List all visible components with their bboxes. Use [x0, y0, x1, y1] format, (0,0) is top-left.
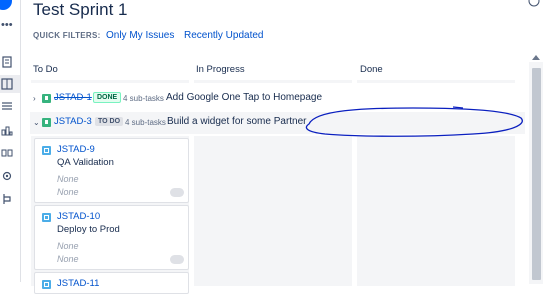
board-icon[interactable] [1, 78, 15, 92]
column-header-todo: To Do [33, 64, 58, 75]
filter-recently-updated[interactable]: Recently Updated [184, 30, 264, 41]
quick-filters-label: QUICK FILTERS: [33, 31, 101, 40]
page-title: Test Sprint 1 [33, 0, 128, 19]
column-in-progress[interactable] [194, 136, 352, 286]
card-key[interactable]: JSTAD-10 [57, 211, 100, 222]
assignee-avatar [170, 188, 184, 197]
status-badge: DONE [93, 92, 122, 103]
components-icon[interactable] [1, 147, 15, 161]
chevron-down-icon[interactable]: ⌄ [33, 118, 41, 128]
more-icon[interactable]: ••• [1, 20, 15, 34]
project-sidebar: ••• [0, 0, 21, 282]
column-done[interactable] [357, 136, 515, 286]
card-field: None [57, 254, 79, 264]
card-key[interactable]: JSTAD-9 [57, 144, 95, 155]
card-summary: QA Validation [57, 157, 114, 168]
backlog-icon[interactable] [1, 56, 15, 70]
issue-summary: Add Google One Tap to Homepage [166, 92, 323, 103]
scroll-up-arrow-icon[interactable] [532, 55, 540, 60]
shortcut-icon[interactable] [1, 193, 15, 207]
card-key[interactable]: JSTAD-11 [57, 278, 99, 289]
annotation-scribble [305, 106, 523, 137]
column-divider [31, 80, 189, 83]
assignee-avatar [170, 255, 184, 264]
scrollbar-thumb[interactable] [532, 68, 541, 280]
issue-key[interactable]: JSTAD-3 [54, 116, 92, 127]
issue-card[interactable]: JSTAD-9 QA Validation None None [34, 138, 189, 203]
issue-card[interactable]: JSTAD-10 Deploy to Prod None None [34, 205, 189, 270]
issue-key[interactable]: JSTAD-1 [54, 92, 92, 103]
card-field: None [57, 174, 79, 184]
issue-card[interactable]: JSTAD-11 [34, 272, 189, 294]
issue-summary: Build a widget for some Partner [167, 116, 307, 127]
settings-icon[interactable] [1, 170, 15, 184]
help-icon[interactable] [528, 0, 540, 7]
story-icon [42, 118, 51, 127]
status-badge: TO DO [95, 117, 124, 126]
story-icon [42, 94, 51, 103]
column-header-in-progress: In Progress [196, 64, 245, 75]
subtask-icon [42, 280, 51, 289]
subtask-icon [42, 213, 51, 222]
chevron-right-icon[interactable]: › [33, 94, 41, 104]
card-field: None [57, 241, 79, 251]
column-divider [194, 80, 352, 83]
subtask-icon [42, 146, 51, 155]
subtask-count: 4 sub-tasks [125, 118, 166, 127]
column-header-done: Done [360, 64, 383, 75]
filter-only-my-issues[interactable]: Only My Issues [106, 30, 174, 41]
card-field: None [57, 187, 79, 197]
column-divider [357, 80, 515, 83]
subtask-count: 4 sub-tasks [123, 94, 164, 103]
reports-icon[interactable] [1, 124, 15, 138]
releases-icon[interactable] [1, 100, 15, 114]
avatar-icon[interactable] [0, 0, 12, 10]
card-summary: Deploy to Prod [57, 224, 120, 235]
